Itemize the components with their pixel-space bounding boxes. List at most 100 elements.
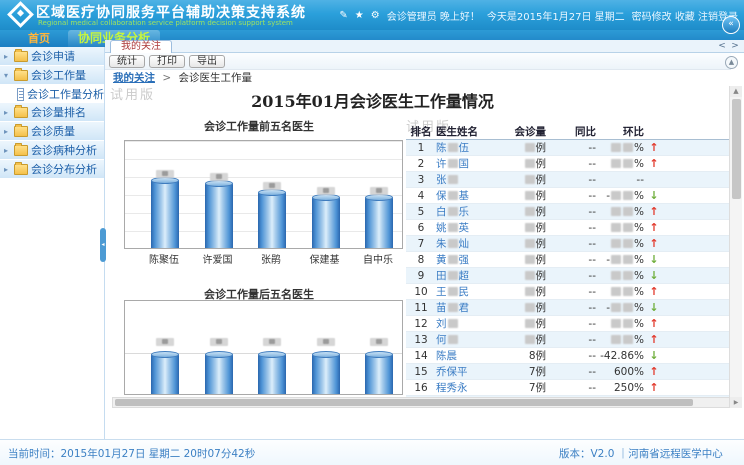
redacted-block [611, 239, 621, 248]
redacted-block [525, 159, 535, 168]
current-time-text: 当前时间：2015年01月27日 星期二 20时07分42秒 [8, 446, 255, 461]
folder-icon [14, 126, 28, 137]
horizontal-scrollbar-thumb[interactable] [115, 399, 693, 406]
table-row[interactable]: 9田超例--%↓ [406, 268, 729, 284]
scroll-up-arrow-icon[interactable]: ▲ [730, 86, 742, 97]
tab-my-focus[interactable]: 我的关注 [110, 40, 172, 54]
yoy-cell: -- [546, 254, 596, 266]
volume-cell: 例 [506, 300, 546, 315]
doctor-name-link[interactable]: 乔保平 [436, 364, 506, 379]
trend-cell: ↑ [644, 317, 664, 330]
doctor-name-link[interactable]: 张 [436, 172, 506, 187]
horizontal-scrollbar[interactable] [112, 397, 730, 408]
doctor-name-link[interactable]: 陈伍 [436, 140, 506, 155]
tab-scroll-left-icon[interactable]: < [716, 40, 728, 52]
report-toolbar: 统计打印导出 [105, 53, 731, 70]
doctor-name-link[interactable]: 田超 [436, 268, 506, 283]
table-row[interactable]: 6姚英例--%↑ [406, 220, 729, 236]
sidebar-item[interactable]: ▸会诊申请 [0, 47, 104, 65]
table-row[interactable]: 7朱灿例--%↑ [406, 236, 729, 252]
doctor-name-link[interactable]: 许国 [436, 156, 506, 171]
redacted-block [448, 191, 458, 200]
tab-scroll-right-icon[interactable]: > [729, 40, 741, 52]
header-link[interactable]: 收藏 [675, 12, 695, 23]
rank-cell: 1 [406, 142, 436, 154]
masked-value-label [156, 338, 174, 346]
trend-up-icon: ↑ [649, 365, 658, 378]
trend-cell: ↑ [644, 205, 664, 218]
sidebar-item[interactable]: ▸会诊分布分析 [0, 160, 104, 178]
collapse-panel-button[interactable]: ▲ [725, 56, 738, 69]
trend-cell: ↓ [644, 189, 664, 202]
sidebar-item[interactable]: ▸会诊质量 [0, 122, 104, 140]
scroll-right-arrow-icon[interactable]: ▶ [730, 397, 742, 408]
table-row[interactable]: 11苗君例---%↓ [406, 300, 729, 316]
rank-cell: 3 [406, 174, 436, 186]
doctor-name-link[interactable]: 姚英 [436, 220, 506, 235]
doctor-name-link[interactable]: 王民 [436, 284, 506, 299]
yoy-cell: -- [546, 158, 596, 170]
system-subtitle: Regional medical collaboration service p… [38, 19, 293, 27]
sidebar-item[interactable]: ▾会诊工作量 [0, 66, 104, 84]
table-row[interactable]: 10王民例--%↑ [406, 284, 729, 300]
table-row[interactable]: 12刘例--%↑ [406, 316, 729, 332]
bar [151, 180, 179, 248]
vertical-scrollbar-thumb[interactable] [732, 99, 741, 199]
redacted-block [623, 255, 633, 264]
breadcrumb-link[interactable]: 我的关注 [113, 72, 155, 84]
sidebar-subitem[interactable]: 会诊工作量分析 [0, 85, 104, 103]
toolbar-button-统计[interactable]: 统计 [109, 55, 145, 68]
table-row[interactable]: 13何例--%↑ [406, 332, 729, 348]
sidebar-item[interactable]: ▸会诊病种分析 [0, 141, 104, 159]
table-row[interactable]: 3张例---- [406, 172, 729, 188]
chevron-right-icon: ▸ [4, 146, 11, 155]
redacted-block [623, 319, 633, 328]
table-row[interactable]: 2许国例--%↑ [406, 156, 729, 172]
star-icon[interactable]: ★ [355, 10, 364, 21]
table-row[interactable]: 1陈伍例--%↑ [406, 140, 729, 156]
table-row[interactable]: 4保基例---%↓ [406, 188, 729, 204]
gear-icon[interactable]: ⚙ [371, 10, 380, 21]
trend-up-icon: ↑ [649, 141, 658, 154]
doctor-name-link[interactable]: 朱灿 [436, 236, 506, 251]
sidebar-item-label: 会诊工作量 [31, 67, 86, 83]
doctor-name-link[interactable]: 苗君 [436, 300, 506, 315]
doctor-name-link[interactable]: 何 [436, 332, 506, 347]
volume-cell: 例 [506, 156, 546, 171]
table-row[interactable]: 14陈晨8例---42.86%↓ [406, 348, 729, 364]
yoy-cell: -- [546, 334, 596, 346]
redacted-block [525, 319, 535, 328]
table-row[interactable]: 5白乐例--%↑ [406, 204, 729, 220]
table-row[interactable]: 8黄强例---%↓ [406, 252, 729, 268]
doctor-workload-table: 1陈伍例--%↑2许国例--%↑3张例----4保基例---%↓5白乐例--%↑… [406, 140, 729, 401]
trend-cell: ↓ [644, 301, 664, 314]
toolbar-button-打印[interactable]: 打印 [149, 55, 185, 68]
sidebar-collapse-handle[interactable]: ◂ [100, 228, 106, 262]
folder-icon [14, 70, 28, 81]
table-row[interactable]: 15乔保平7例--600%↑ [406, 364, 729, 380]
toolbar-button-导出[interactable]: 导出 [189, 55, 225, 68]
trend-cell: ↓ [644, 269, 664, 282]
nav-tab-home[interactable]: 首页 [20, 30, 58, 47]
volume-cell: 例 [506, 236, 546, 251]
doctor-name-link[interactable]: 陈晨 [436, 348, 506, 363]
double-chevron-up-button[interactable]: « [722, 16, 740, 34]
chart1-title: 会诊工作量前五名医生 [115, 118, 403, 134]
mom-cell: -42.86% [596, 350, 644, 362]
redacted-block [623, 191, 633, 200]
doctor-name-link[interactable]: 保基 [436, 188, 506, 203]
table-row[interactable]: 16程秀永7例--250%↑ [406, 380, 729, 396]
header-link[interactable]: 密码修改 [632, 12, 672, 23]
sidebar-item[interactable]: ▸会诊量排名 [0, 103, 104, 121]
doctor-name-link[interactable]: 刘 [436, 316, 506, 331]
rank-cell: 2 [406, 158, 436, 170]
sidebar-item-label: 会诊量排名 [31, 104, 86, 120]
doctor-name-link[interactable]: 白乐 [436, 204, 506, 219]
doctor-name-link[interactable]: 程秀永 [436, 380, 506, 395]
header-bar: 区域医疗协同服务平台辅助决策支持系统 Regional medical coll… [0, 0, 744, 30]
trend-up-icon: ↑ [649, 237, 658, 250]
vertical-scrollbar[interactable]: ▲ [729, 86, 742, 407]
edit-icon[interactable]: ✎ [339, 10, 347, 21]
trend-up-icon: ↑ [649, 333, 658, 346]
doctor-name-link[interactable]: 黄强 [436, 252, 506, 267]
